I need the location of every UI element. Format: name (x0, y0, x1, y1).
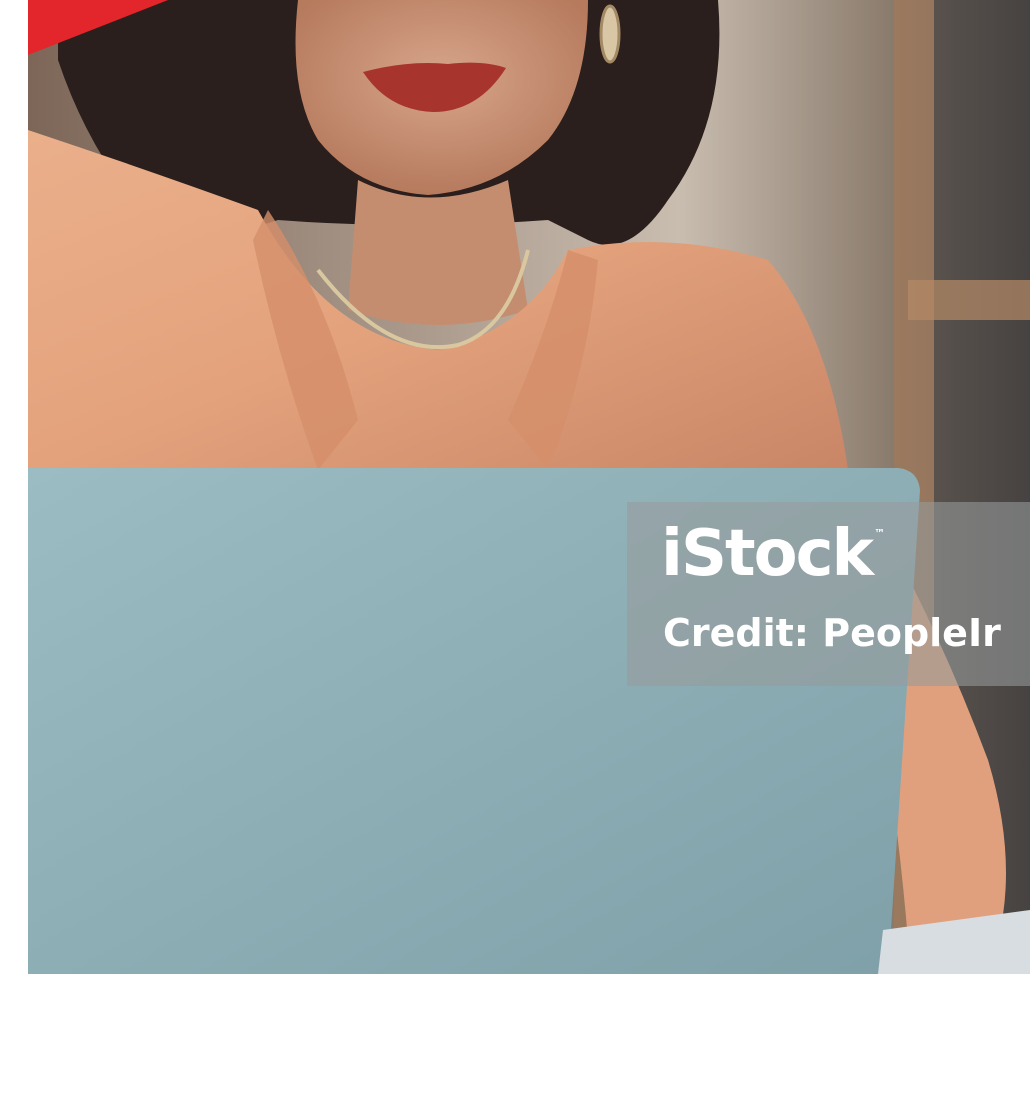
photo-page: iStock ™ Credit: PeopleIr (0, 0, 1030, 1094)
istock-logo-text: iStock (661, 517, 874, 591)
photo-illustration (28, 0, 1030, 974)
istock-watermark: iStock ™ Credit: PeopleIr (627, 502, 1030, 686)
trademark-symbol: ™ (874, 527, 886, 540)
photo-credit: Credit: PeopleIr (663, 611, 1001, 655)
istock-logo: iStock ™ (661, 522, 885, 586)
red-banner-corner (28, 0, 168, 55)
stock-photo-woman-laptop: iStock ™ Credit: PeopleIr (28, 0, 1030, 974)
